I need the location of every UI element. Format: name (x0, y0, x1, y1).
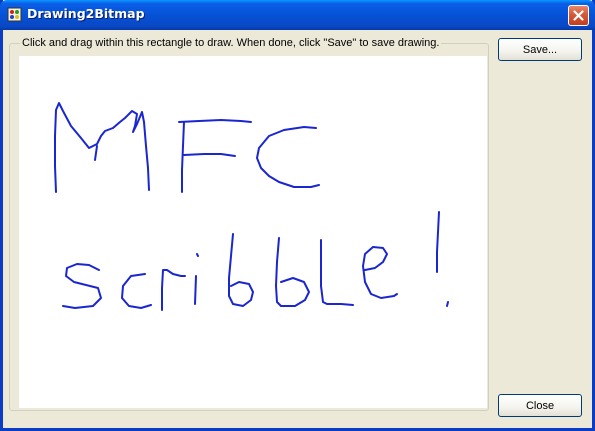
save-button[interactable]: Save... (498, 38, 582, 61)
close-button[interactable]: Close (498, 394, 582, 417)
paint-palette-icon (7, 6, 23, 23)
close-icon (573, 10, 584, 21)
close-window-button[interactable] (568, 5, 589, 26)
scribble-drawing (54, 102, 449, 311)
window-title: Drawing2Bitmap (27, 6, 145, 21)
title-bar[interactable]: Drawing2Bitmap (0, 0, 595, 30)
drawing-canvas[interactable] (19, 56, 487, 408)
instructions-label: Click and drag within this rectangle to … (20, 37, 442, 49)
